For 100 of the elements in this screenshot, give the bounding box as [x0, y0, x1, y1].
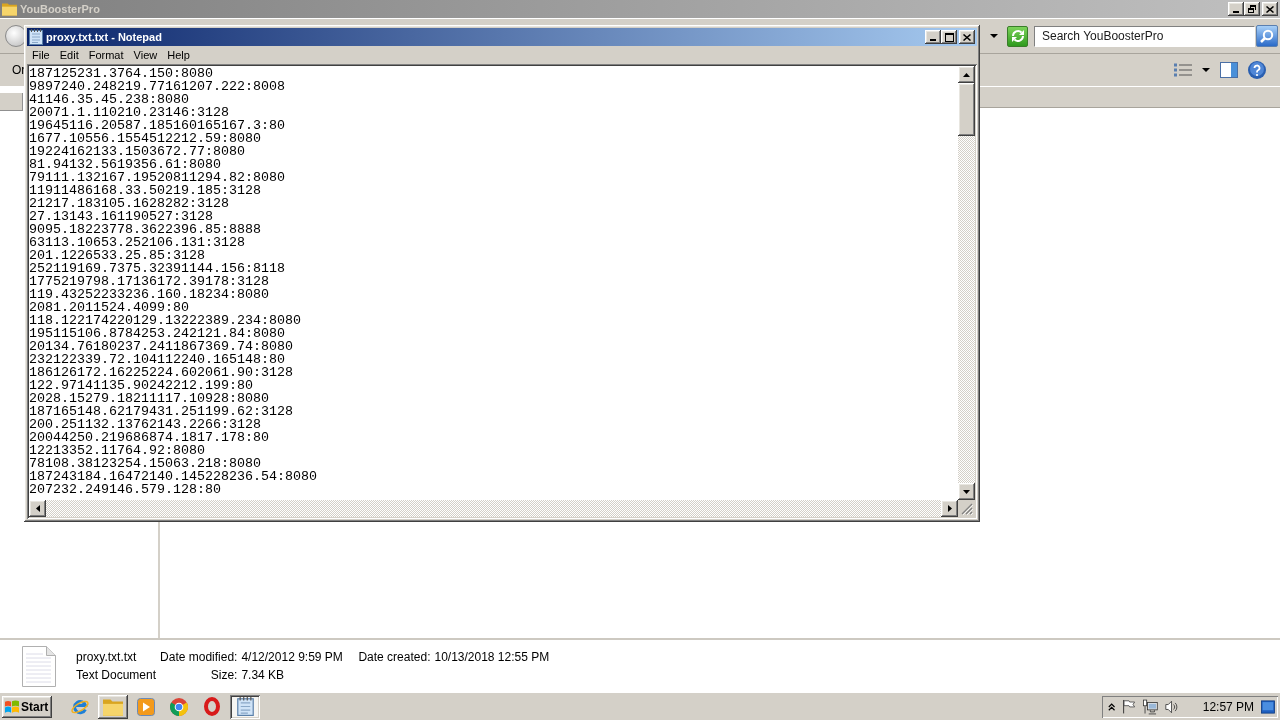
flag-icon[interactable]: [1122, 698, 1137, 715]
show-desktop-icon[interactable]: [1261, 698, 1275, 715]
property-label: Date created:: [358, 650, 431, 664]
chevrons-up-icon[interactable]: [1108, 701, 1116, 712]
search-button[interactable]: [1256, 25, 1278, 47]
refresh-icon: [1010, 29, 1025, 43]
close-button[interactable]: [959, 30, 975, 44]
scroll-thumb[interactable]: [958, 83, 975, 136]
caret-down-icon: [990, 34, 998, 38]
text-line: 187165148.62179431.251199.62:3128: [29, 405, 293, 418]
text-line: 12213352.11764.92:8080: [29, 444, 205, 457]
text-line: 9897240.248219.77161207.222:8008: [29, 80, 285, 93]
list-view-icon[interactable]: [1174, 63, 1192, 77]
scroll-right-button[interactable]: [941, 500, 958, 517]
menu-item[interactable]: Edit: [54, 48, 84, 62]
folder-icon: [2, 2, 17, 16]
caret-down-icon: [963, 489, 970, 494]
text-line: 20044250.219686874.1817.178:80: [29, 431, 269, 444]
text-line: 9095.18223778.3622396.85:8888: [29, 223, 261, 236]
property-value: 7.34 KB: [241, 668, 285, 682]
text-line: 19224162133.1503672.77:8080: [29, 145, 245, 158]
text-line: 21217.183105.1628282:3128: [29, 197, 229, 210]
folder-icon: [103, 697, 123, 716]
property-label: Date modified:: [160, 650, 238, 664]
text-line: 195115106.8784253.242121.84:8080: [29, 327, 285, 340]
caret-down-icon[interactable]: [1202, 68, 1210, 72]
preview-pane-icon[interactable]: [1220, 62, 1238, 78]
text-line: 63113.10653.252106.131:3128: [29, 236, 245, 249]
window-title: proxy.txt.txt - Notepad: [46, 31, 162, 43]
close-button[interactable]: [1262, 2, 1278, 16]
text-editor[interactable]: [29, 66, 958, 500]
text-line: 232122339.72.104112240.165148:80: [29, 353, 285, 366]
caret-right-icon: [947, 505, 952, 512]
text-line: 187125231.3764.150:8080: [29, 67, 213, 80]
minimize-icon: [1233, 11, 1239, 13]
menu-item[interactable]: View: [128, 48, 163, 62]
text-line: 118.122174220129.13222389.234:8080: [29, 314, 301, 327]
text-line: 2081.2011524.4099:80: [29, 301, 189, 314]
text-line: 20071.1.110210.23146:3128: [29, 106, 229, 119]
menu-item[interactable]: Format: [83, 48, 129, 62]
text-line: 78108.38123254.15063.218:8080: [29, 457, 261, 470]
text-line: 201.1226533.25.85:3128: [29, 249, 205, 262]
property-value: 4/12/2012 9:59 PM: [241, 650, 343, 664]
search-field[interactable]: Search YouBoosterPro: [1034, 25, 1255, 47]
color-wheel-icon: [170, 697, 188, 716]
help-icon[interactable]: [1248, 61, 1266, 79]
text-line: 19645116.20587.185160165167.3:80: [29, 119, 285, 132]
minimize-icon: [930, 39, 936, 41]
back-button[interactable]: [5, 25, 27, 47]
text-line: 207232.249146.579.128:80: [29, 483, 221, 496]
speaker-icon[interactable]: [1164, 698, 1179, 715]
text-line: 81.94132.5619356.61:8080: [29, 158, 221, 171]
flag-logo-icon: [4, 699, 20, 714]
text-line: 119.43252233236.160.18234:8080: [29, 288, 269, 301]
text-line: 200.251132.13762143.2266:3128: [29, 418, 261, 431]
property-value: 10/13/2018 12:55 PM: [434, 650, 550, 664]
minimize-button[interactable]: [1228, 2, 1244, 16]
horizontal-scrollbar[interactable]: [46, 500, 941, 517]
refresh-button[interactable]: [1007, 25, 1028, 47]
ring-icon: [204, 697, 220, 716]
vertical-scrollbar[interactable]: [958, 83, 975, 483]
search-icon: [1260, 29, 1274, 43]
network-icon[interactable]: [1143, 697, 1158, 716]
play-icon: [137, 697, 155, 716]
document-icon: [22, 646, 56, 687]
start-button[interactable]: Start: [2, 695, 52, 718]
text-line: 252119169.7375.32391144.156:8118: [29, 262, 285, 275]
restore-button[interactable]: [1244, 2, 1260, 16]
text-line: 1677.10556.1554512212.59:8080: [29, 132, 261, 145]
text-line: 2028.15279.18211117.10928:8080: [29, 392, 269, 405]
menu-button[interactable]: Or: [12, 63, 26, 77]
close-icon: [963, 33, 971, 41]
text-line: 1775219798.17136172.39178:3128: [29, 275, 269, 288]
caret-up-icon: [963, 72, 970, 77]
menu-item[interactable]: File: [27, 48, 55, 62]
text-line: 122.97141135.90242212.199:80: [29, 379, 253, 392]
taskbar-button[interactable]: [230, 694, 260, 719]
window-title: YouBoosterPro: [20, 3, 100, 15]
scroll-down-button[interactable]: [958, 483, 975, 500]
caret-left-icon: [35, 505, 40, 512]
text-line: 79111.132167.19520811294.82:8080: [29, 171, 285, 184]
text-line: 186126172.16225224.602061.90:3128: [29, 366, 293, 379]
file-type: Text Document: [76, 668, 157, 682]
file-name: proxy.txt.txt: [76, 650, 137, 664]
taskbar-button[interactable]: [98, 694, 128, 719]
notepad-icon: [236, 697, 254, 716]
scroll-up-button[interactable]: [958, 66, 975, 83]
text-line: 20134.76180237.2411867369.74:8080: [29, 340, 293, 353]
text-line: 11911486168.33.50219.185:3128: [29, 184, 261, 197]
text-line: 27.13143.161190527:3128: [29, 210, 213, 223]
text-line: 41146.35.45.238:8080: [29, 93, 189, 106]
property-label: Size:: [210, 668, 238, 682]
resize-grip-icon[interactable]: [961, 503, 973, 515]
close-icon: [1266, 5, 1274, 13]
text-line: 187243184.16472140.145228236.54:8080: [29, 470, 317, 483]
menu-item[interactable]: Help: [162, 48, 195, 62]
scroll-left-button[interactable]: [29, 500, 46, 517]
notepad-icon: [29, 29, 43, 45]
minimize-button[interactable]: [925, 30, 941, 44]
clock[interactable]: 12:57 PM: [1202, 699, 1255, 714]
